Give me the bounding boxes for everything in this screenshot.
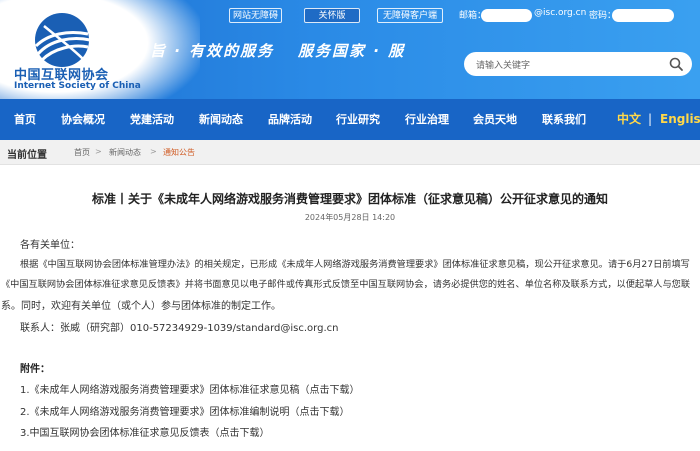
nav-research[interactable]: 行业研究	[336, 99, 380, 140]
search-icon[interactable]	[668, 56, 684, 72]
slogan-right: 服务国家 · 服	[298, 42, 406, 60]
slogan-left: 旨 · 有效的服务	[150, 42, 275, 60]
nav-contact[interactable]: 联系我们	[542, 99, 586, 140]
attachment-link-2[interactable]: 2.《未成年人网络游戏服务消费管理要求》团体标准编制说明（点击下载）	[20, 403, 350, 418]
isc-logo-icon[interactable]	[14, 10, 110, 70]
attachment-link-3[interactable]: 3.中国互联网协会团体标准征求意见反馈表（点击下载）	[20, 424, 270, 439]
article-date: 2024年05月28日 14:20	[304, 213, 396, 222]
email-domain: @isc.org.cn	[534, 8, 587, 18]
site-header: 中国互联网协会 Internet Society of China 旨 · 有效…	[0, 0, 700, 99]
breadcrumb-sep: >	[95, 147, 102, 156]
article-contact: 联系人：张威（研究部）010-57234929-1039/standard@is…	[20, 323, 339, 334]
main-nav: 首页 协会概况 党建活动 新闻动态 品牌活动 行业研究 行业治理 会员天地 联系…	[0, 99, 700, 140]
password-field[interactable]	[612, 9, 674, 22]
nav-about[interactable]: 协会概况	[61, 99, 105, 140]
lang-english[interactable]: English	[660, 99, 700, 140]
accessible-client-link[interactable]: 无障碍客户端	[377, 8, 443, 23]
nav-members[interactable]: 会员天地	[473, 99, 517, 140]
article-greeting: 各有关单位：	[20, 240, 80, 251]
breadcrumb-news[interactable]: 新闻动态	[109, 147, 141, 158]
accessibility-link[interactable]: 网站无障碍	[229, 8, 282, 23]
nav-events[interactable]: 品牌活动	[268, 99, 312, 140]
nav-governance[interactable]: 行业治理	[405, 99, 449, 140]
article-body-line2: 《中国互联网协会团体标准征求意见反馈表》并将书面意见以电子邮件或传真形式反馈至中…	[1, 279, 691, 290]
nav-home[interactable]: 首页	[14, 99, 36, 140]
attachments-label: 附件：	[20, 364, 50, 375]
lang-chinese[interactable]: 中文	[617, 99, 641, 140]
search-box[interactable]: 请输入关键字	[464, 52, 692, 76]
breadcrumb-current[interactable]: 通知公告	[163, 147, 195, 158]
breadcrumb: 当前位置 首页 > 新闻动态 > 通知公告	[0, 140, 700, 165]
lang-separator: |	[648, 112, 653, 126]
attachment-link-1[interactable]: 1.《未成年人网络游戏服务消费管理要求》团体标准征求意见稿（点击下载）	[20, 381, 360, 396]
nav-news[interactable]: 新闻动态	[199, 99, 243, 140]
nav-party[interactable]: 党建活动	[130, 99, 174, 140]
care-mode-button[interactable]: 关怀版	[304, 8, 360, 23]
search-input[interactable]: 请输入关键字	[476, 58, 530, 71]
article-title: 标准丨关于《未成年人网络游戏服务消费管理要求》团体标准（征求意见稿）公开征求意见…	[91, 192, 608, 206]
article-body-line1: 根据《中国互联网协会团体标准管理办法》的相关规定，已形成《未成年人网络游戏服务消…	[20, 259, 690, 270]
article-body-line3: 系。同时，欢迎有关单位（或个人）参与团体标准的制定工作。	[1, 301, 281, 312]
breadcrumb-sep: >	[150, 147, 157, 156]
breadcrumb-title: 当前位置	[7, 150, 47, 161]
email-field[interactable]	[481, 9, 532, 22]
breadcrumb-home[interactable]: 首页	[74, 147, 90, 158]
org-name-en: Internet Society of China	[14, 81, 141, 91]
